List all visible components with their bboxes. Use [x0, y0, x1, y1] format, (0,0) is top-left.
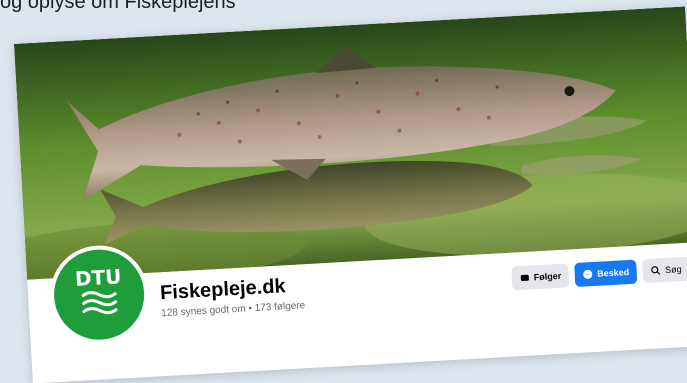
message-label: Besked	[596, 267, 630, 279]
salmon-cover-image	[14, 6, 687, 280]
search-icon	[651, 265, 662, 276]
waves-icon	[81, 291, 118, 315]
page-title[interactable]: Fiskepleje.dk	[160, 275, 287, 305]
messenger-icon	[583, 269, 594, 280]
follow-button[interactable]: Følger	[511, 263, 570, 291]
page-actions: Følger Besked Søg	[511, 256, 687, 291]
logo-text: DTU	[74, 264, 123, 291]
dtu-logo: DTU	[51, 247, 147, 343]
caption-text: og oplyse om Fiskeplejens	[0, 0, 236, 13]
search-label: Søg	[664, 264, 682, 275]
message-button[interactable]: Besked	[574, 259, 638, 288]
search-button[interactable]: Søg	[642, 256, 687, 284]
cover-photo[interactable]	[14, 6, 687, 280]
follow-label: Følger	[533, 270, 562, 283]
facebook-page-header: DTU Fiskepleje.dk 128 synes godt om • 17…	[14, 6, 687, 383]
follow-icon	[520, 273, 531, 284]
